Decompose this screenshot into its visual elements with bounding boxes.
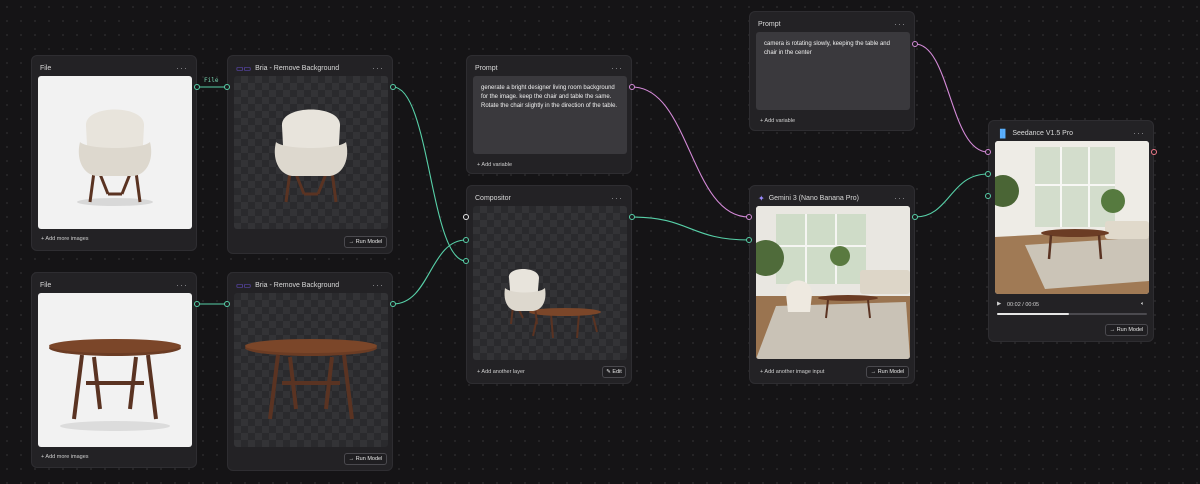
- gemini-node[interactable]: ✦ Gemini 3 (Nano Banana Pro) ··· + Add ano…: [749, 185, 915, 384]
- input-port[interactable]: [463, 214, 469, 220]
- play-icon[interactable]: ▶: [997, 301, 1001, 307]
- node-header: Compositor ···: [475, 191, 623, 205]
- node-header: Prompt ···: [475, 61, 623, 75]
- generated-room-image: [756, 206, 910, 359]
- input-port[interactable]: [463, 258, 469, 264]
- run-model-button[interactable]: → Run Model: [1105, 324, 1148, 336]
- video-progress-fill: [997, 313, 1069, 315]
- input-port[interactable]: [224, 84, 230, 90]
- node-header: ✦ Gemini 3 (Nano Banana Pro) ···: [758, 191, 906, 205]
- prompt-text[interactable]: camera is rotating slowly, keeping the t…: [756, 32, 910, 110]
- input-port[interactable]: [746, 237, 752, 243]
- more-icon[interactable]: ···: [611, 193, 623, 203]
- prompt-text[interactable]: generate a bright designer living room b…: [473, 76, 627, 154]
- volume-icon[interactable]: 🔈︎: [1141, 301, 1144, 308]
- add-variable-link[interactable]: + Add variable: [760, 118, 795, 124]
- model-icon: ▭▭: [236, 63, 252, 73]
- prompt-node-2[interactable]: Prompt ··· camera is rotating slowly, kee…: [749, 11, 915, 131]
- input-port[interactable]: [463, 237, 469, 243]
- input-port[interactable]: [985, 171, 991, 177]
- composite-image: [473, 206, 627, 360]
- input-port[interactable]: [224, 301, 230, 307]
- wire-prompt1-gemini: [631, 86, 750, 218]
- wire-rembg2-compositor: [392, 239, 467, 305]
- wire-prompt2-seedance: [914, 43, 989, 153]
- video-progress-track[interactable]: [997, 313, 1147, 315]
- remove-background-node-2[interactable]: ▭▭ Bria - Remove Background ··· → Run Mode…: [227, 272, 393, 471]
- node-header: ▭▭ Bria - Remove Background ···: [236, 278, 384, 292]
- model-icon: ▭▭: [236, 280, 252, 290]
- node-title: Compositor: [475, 194, 511, 202]
- output-port[interactable]: [390, 301, 396, 307]
- input-port[interactable]: [746, 214, 752, 220]
- input-port[interactable]: [985, 193, 991, 199]
- node-header: File ···: [40, 278, 188, 292]
- node-header: File ···: [40, 61, 188, 75]
- node-title: File: [40, 281, 52, 289]
- more-icon[interactable]: ···: [894, 193, 906, 203]
- more-icon[interactable]: ···: [176, 63, 188, 73]
- node-title: Seedance V1.5 Pro: [1012, 129, 1074, 137]
- chair-image: [38, 76, 192, 229]
- add-image-input-link[interactable]: + Add another image input: [760, 369, 824, 375]
- edge-label-file: File: [204, 77, 219, 84]
- node-title: File: [40, 64, 52, 72]
- node-header: Prompt ···: [758, 17, 906, 31]
- prompt-node-1[interactable]: Prompt ··· generate a bright designer liv…: [466, 55, 632, 174]
- output-port[interactable]: [912, 41, 918, 47]
- output-port[interactable]: [629, 214, 635, 220]
- file-node-1[interactable]: File ··· + Add more images: [31, 55, 197, 251]
- file-node-2[interactable]: File ··· + Add more images: [31, 272, 197, 468]
- node-title: Prompt: [475, 64, 498, 72]
- more-icon[interactable]: ···: [372, 63, 384, 73]
- output-port[interactable]: [390, 84, 396, 90]
- edit-button[interactable]: ✎ Edit: [602, 366, 626, 378]
- more-icon[interactable]: ···: [1133, 128, 1145, 138]
- more-icon[interactable]: ···: [176, 280, 188, 290]
- output-port[interactable]: [194, 84, 200, 90]
- add-more-images-link[interactable]: + Add more images: [41, 454, 89, 460]
- wire-rembg1-compositor: [392, 86, 467, 262]
- output-port[interactable]: [912, 214, 918, 220]
- node-title: Gemini 3 (Nano Banana Pro): [768, 194, 859, 202]
- node-header: ▐▌ Seedance V1.5 Pro ···: [997, 126, 1145, 140]
- wire-compositor-gemini: [631, 216, 750, 241]
- chart-icon: ▐▌: [997, 128, 1009, 138]
- video-time: 00:02 / 00:05: [1007, 302, 1040, 308]
- run-model-button[interactable]: → Run Model: [344, 453, 387, 465]
- run-model-button[interactable]: → Run Model: [344, 236, 387, 248]
- video-preview[interactable]: [995, 141, 1149, 294]
- output-port[interactable]: [1151, 149, 1157, 155]
- node-title: Prompt: [758, 20, 781, 28]
- node-header: ▭▭ Bria - Remove Background ···: [236, 61, 384, 75]
- compositor-node[interactable]: Compositor ··· + Add another layer ✎ Edit: [466, 185, 632, 384]
- more-icon[interactable]: ···: [894, 19, 906, 29]
- chair-cutout-image: [234, 76, 388, 229]
- run-model-button[interactable]: → Run Model: [866, 366, 909, 378]
- add-variable-link[interactable]: + Add variable: [477, 162, 512, 168]
- table-image: [38, 293, 192, 447]
- wire-gemini-seedance: [914, 173, 989, 218]
- remove-background-node-1[interactable]: ▭▭ Bria - Remove Background ··· → Run Mode…: [227, 55, 393, 254]
- input-port[interactable]: [985, 149, 991, 155]
- more-icon[interactable]: ···: [611, 63, 623, 73]
- table-cutout-image: [234, 293, 388, 447]
- sparkle-icon: ✦: [758, 193, 765, 203]
- output-port[interactable]: [194, 301, 200, 307]
- seedance-node[interactable]: ▐▌ Seedance V1.5 Pro ··· ▶ 00:02 / 00:05 🔈…: [988, 120, 1154, 342]
- node-title: Bria - Remove Background: [255, 64, 340, 72]
- add-more-images-link[interactable]: + Add more images: [41, 236, 89, 242]
- node-title: Bria - Remove Background: [255, 281, 340, 289]
- add-another-layer-link[interactable]: + Add another layer: [477, 369, 525, 375]
- more-icon[interactable]: ···: [372, 280, 384, 290]
- output-port[interactable]: [629, 84, 635, 90]
